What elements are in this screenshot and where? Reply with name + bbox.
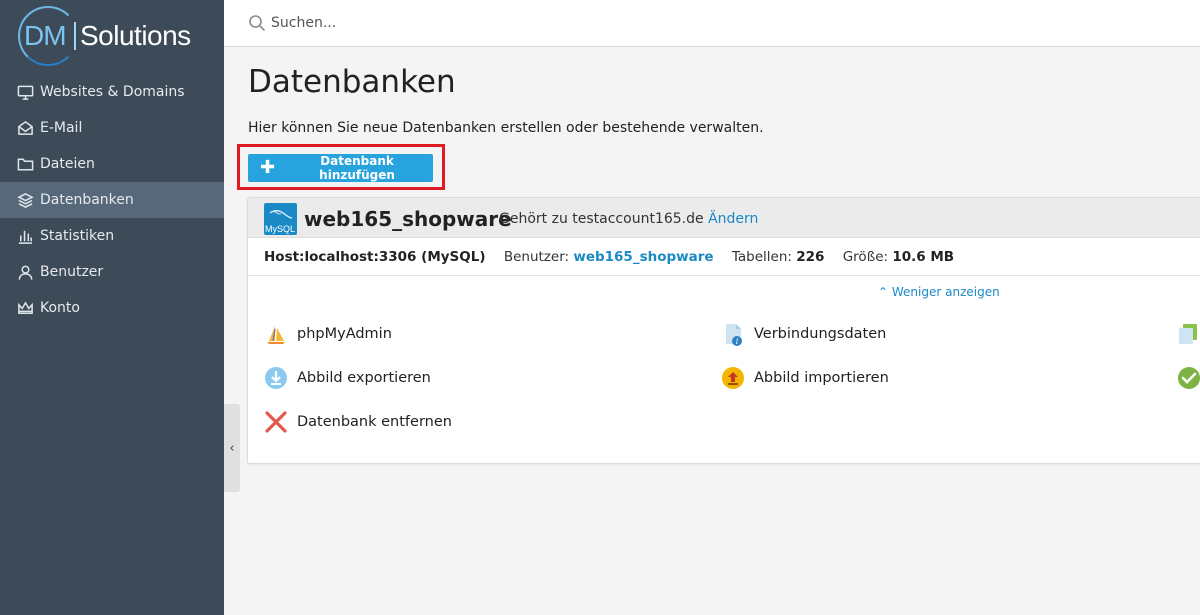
sidebar-item-label: Datenbanken <box>40 192 134 208</box>
connection-data-label: Verbindungsdaten <box>754 326 887 342</box>
sidebar-item-statistiken[interactable]: Statistiken <box>0 218 224 254</box>
database-info-row: Host:localhost:3306 (MySQL) Benutzer: we… <box>264 249 954 265</box>
phpmyadmin-icon <box>264 322 288 346</box>
database-card-header: MySQL web165_shopware Gehört zu testacco… <box>248 198 1200 238</box>
check-database-icon[interactable] <box>1177 366 1200 390</box>
page-description: Hier können Sie neue Datenbanken erstell… <box>248 120 764 136</box>
search-icon[interactable] <box>248 14 266 32</box>
import-dump-label: Abbild importieren <box>754 370 889 386</box>
download-icon <box>264 366 288 390</box>
tables-label: Tabellen: <box>731 249 792 265</box>
user-label: Benutzer: <box>503 249 570 265</box>
crown-icon <box>16 299 34 317</box>
sidebar-item-label: E-Mail <box>40 120 83 136</box>
mysql-logo-icon: MySQL <box>264 203 297 235</box>
sidebar-nav: Websites & Domains E-Mail Dateien Datenb… <box>0 74 224 326</box>
sidebar-item-email[interactable]: E-Mail <box>0 110 224 146</box>
page-title: Datenbanken <box>248 64 456 100</box>
import-dump-link[interactable]: Abbild importieren <box>721 366 889 390</box>
sidebar-item-label: Dateien <box>40 156 95 172</box>
remove-database-link[interactable]: Datenbank entfernen <box>264 410 452 434</box>
database-name: web165_shopware <box>304 207 512 231</box>
user-link[interactable]: web165_shopware <box>573 249 713 265</box>
mail-icon <box>16 119 34 137</box>
add-database-button[interactable]: ✚ Datenbank hinzufügen <box>248 154 433 182</box>
logo-prefix: DM <box>24 20 67 51</box>
remove-database-label: Datenbank entfernen <box>297 414 452 430</box>
phpmyadmin-label: phpMyAdmin <box>297 326 392 342</box>
sidebar-item-label: Benutzer <box>40 264 104 280</box>
plus-icon: ✚ <box>260 157 276 178</box>
owner-text: Gehört zu testaccount165.de <box>499 211 704 227</box>
bar-chart-icon <box>16 227 34 245</box>
size-label: Größe: <box>842 249 889 265</box>
top-search-bar <box>224 0 1200 47</box>
layers-icon <box>16 191 34 209</box>
add-database-label: Datenbank hinzufügen <box>319 154 395 182</box>
change-owner-link[interactable]: Ändern <box>708 211 758 227</box>
show-less-toggle[interactable]: ⌃ Weniger anzeigen <box>878 285 1000 299</box>
sidebar-item-label: Statistiken <box>40 228 115 244</box>
database-owner: Gehört zu testaccount165.de Ändern <box>499 211 758 227</box>
monitor-icon <box>16 83 34 101</box>
show-less-label: Weniger anzeigen <box>891 285 1000 299</box>
export-dump-link[interactable]: Abbild exportieren <box>264 366 431 390</box>
sidebar-item-datenbanken[interactable]: Datenbanken <box>0 182 224 218</box>
sidebar-item-benutzer[interactable]: Benutzer <box>0 254 224 290</box>
logo-suffix: Solutions <box>80 20 191 51</box>
chevron-up-icon: ⌃ <box>878 285 889 299</box>
sidebar: DM Solutions Websites & Domains E-Mail D… <box>0 0 224 615</box>
sidebar-item-label: Websites & Domains <box>40 84 185 100</box>
export-dump-label: Abbild exportieren <box>297 370 431 386</box>
connection-info-icon: i <box>721 322 745 346</box>
size-value: 10.6 MB <box>892 249 955 265</box>
divider <box>248 275 1200 276</box>
folder-icon <box>16 155 34 173</box>
logo-separator <box>74 22 76 50</box>
tables-value: 226 <box>796 249 825 265</box>
remove-x-icon <box>264 410 288 434</box>
sidebar-item-label: Konto <box>40 300 80 316</box>
svg-text:i: i <box>736 337 739 346</box>
search-input[interactable] <box>271 10 871 36</box>
copy-database-icon[interactable] <box>1177 322 1200 346</box>
phpmyadmin-link[interactable]: phpMyAdmin <box>264 322 392 346</box>
chevron-left-icon: ‹ <box>229 440 235 456</box>
sidebar-item-dateien[interactable]: Dateien <box>0 146 224 182</box>
sidebar-item-websites-domains[interactable]: Websites & Domains <box>0 74 224 110</box>
upload-icon <box>721 366 745 390</box>
sidebar-collapse-handle[interactable]: ‹ <box>224 404 240 492</box>
sidebar-item-konto[interactable]: Konto <box>0 290 224 326</box>
user-icon <box>16 263 34 281</box>
connection-data-link[interactable]: i Verbindungsdaten <box>721 322 886 346</box>
mysql-logo-text: MySQL <box>265 224 296 234</box>
database-card: MySQL web165_shopware Gehört zu testacco… <box>247 197 1200 464</box>
host-info: Host:localhost:3306 (MySQL) <box>264 249 486 265</box>
dm-solutions-logo[interactable]: DM Solutions <box>16 6 216 66</box>
